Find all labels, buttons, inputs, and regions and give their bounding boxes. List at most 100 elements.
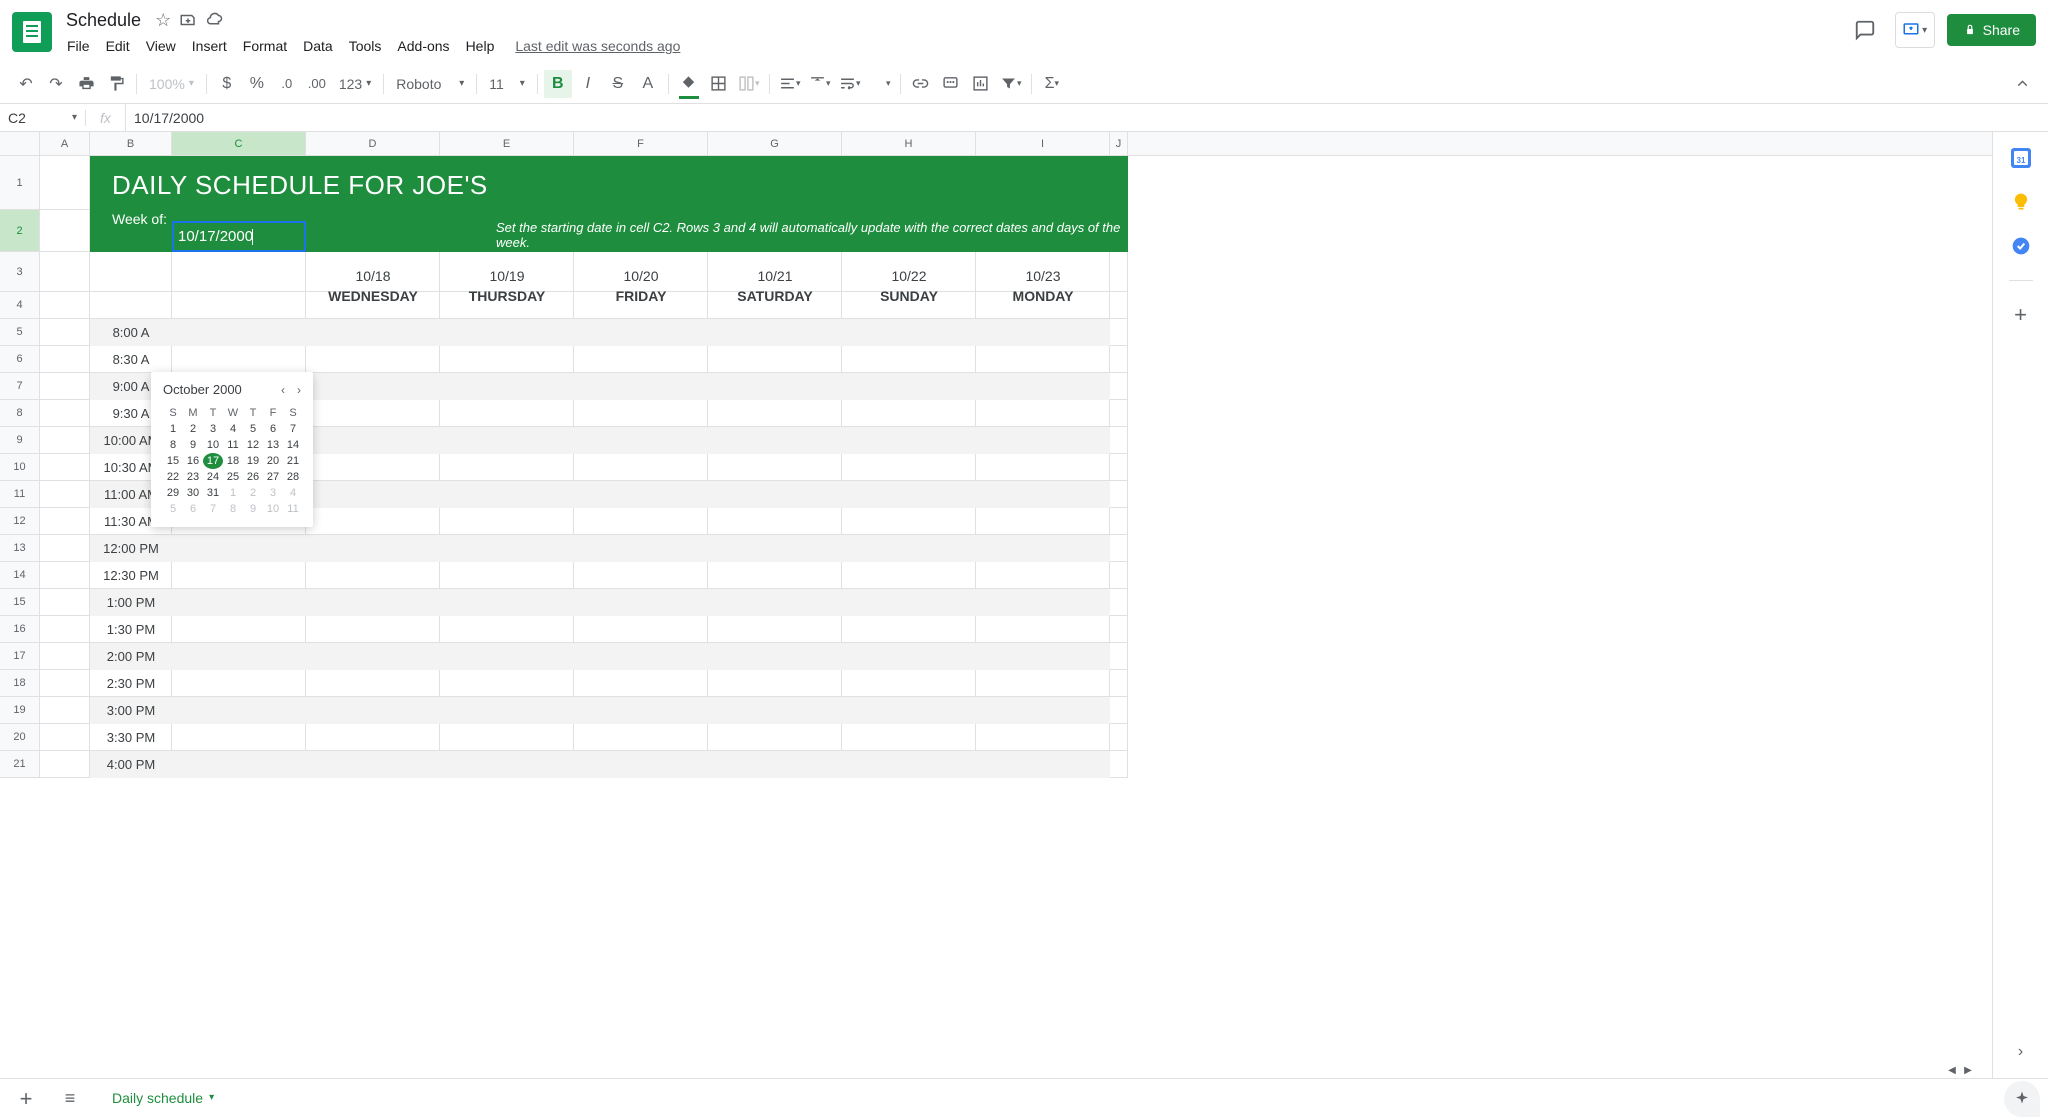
cell[interactable]: [40, 616, 90, 643]
column-header[interactable]: A: [40, 132, 90, 155]
row-header[interactable]: 17: [0, 643, 40, 670]
wrap-button[interactable]: ▾: [836, 70, 864, 98]
datepicker-day[interactable]: 16: [183, 453, 203, 469]
cell[interactable]: [1110, 346, 1128, 373]
row-header[interactable]: 18: [0, 670, 40, 697]
cell[interactable]: [40, 508, 90, 535]
cell[interactable]: [1110, 697, 1128, 724]
present-button[interactable]: ▾: [1895, 12, 1935, 48]
datepicker-day[interactable]: 1: [163, 421, 183, 437]
cell[interactable]: [1110, 508, 1128, 535]
cell[interactable]: [40, 562, 90, 589]
cloud-icon[interactable]: [205, 11, 223, 29]
cell[interactable]: [1110, 481, 1128, 508]
datepicker-day[interactable]: 1: [223, 485, 243, 501]
menu-help[interactable]: Help: [459, 34, 502, 58]
print-button[interactable]: [72, 70, 100, 98]
undo-button[interactable]: ↶: [12, 70, 40, 98]
datepicker-day[interactable]: 15: [163, 453, 183, 469]
row-header[interactable]: 4: [0, 292, 40, 319]
increase-decimal-button[interactable]: .00: [303, 70, 331, 98]
datepicker-day[interactable]: 11: [283, 501, 303, 517]
datepicker-day[interactable]: 11: [223, 437, 243, 453]
datepicker-prev-button[interactable]: ‹: [281, 383, 285, 397]
hide-side-panel-button[interactable]: ›: [2011, 1042, 2031, 1062]
add-sheet-button[interactable]: +: [8, 1081, 44, 1117]
cell[interactable]: [1110, 535, 1128, 562]
datepicker-day[interactable]: 24: [203, 469, 223, 485]
row-header[interactable]: 6: [0, 346, 40, 373]
datepicker-day[interactable]: 28: [283, 469, 303, 485]
keep-addon-icon[interactable]: [2011, 192, 2031, 212]
cell[interactable]: [40, 292, 90, 319]
menu-tools[interactable]: Tools: [342, 34, 389, 58]
merge-button[interactable]: ▾: [735, 70, 763, 98]
datepicker-day[interactable]: 31: [203, 485, 223, 501]
percent-button[interactable]: %: [243, 70, 271, 98]
cell[interactable]: [1110, 562, 1128, 589]
sheets-logo[interactable]: [12, 12, 52, 52]
number-format-select[interactable]: 123▾: [333, 76, 377, 92]
datepicker-day[interactable]: 7: [203, 501, 223, 517]
datepicker-day[interactable]: 17: [203, 453, 223, 469]
menu-data[interactable]: Data: [296, 34, 340, 58]
explore-button[interactable]: [2004, 1081, 2040, 1117]
row-header[interactable]: 3: [0, 252, 40, 292]
datepicker-next-button[interactable]: ›: [297, 383, 301, 397]
datepicker-day[interactable]: 8: [163, 437, 183, 453]
comment-button[interactable]: [937, 70, 965, 98]
column-header[interactable]: E: [440, 132, 574, 155]
halign-button[interactable]: ▾: [776, 70, 804, 98]
cell[interactable]: [40, 210, 90, 252]
datepicker-day[interactable]: 25: [223, 469, 243, 485]
datepicker-day[interactable]: 3: [263, 485, 283, 501]
italic-button[interactable]: I: [574, 70, 602, 98]
text-color-button[interactable]: A: [634, 70, 662, 98]
row-header[interactable]: 21: [0, 751, 40, 778]
datepicker-day[interactable]: 9: [183, 437, 203, 453]
active-cell[interactable]: 10/17/2000: [172, 221, 306, 252]
datepicker-day[interactable]: 19: [243, 453, 263, 469]
column-header[interactable]: D: [306, 132, 440, 155]
column-header[interactable]: J: [1110, 132, 1128, 155]
doc-title[interactable]: Schedule: [60, 8, 147, 33]
row-header[interactable]: 16: [0, 616, 40, 643]
row-header[interactable]: 1: [0, 156, 40, 210]
datepicker-day[interactable]: 27: [263, 469, 283, 485]
menu-view[interactable]: View: [139, 34, 183, 58]
row-header[interactable]: 10: [0, 454, 40, 481]
scroll-left-icon[interactable]: ◀: [1944, 1062, 1960, 1078]
cell[interactable]: [1110, 400, 1128, 427]
datepicker-day[interactable]: 7: [283, 421, 303, 437]
cell[interactable]: [40, 346, 90, 373]
row-header[interactable]: 15: [0, 589, 40, 616]
filter-button[interactable]: ▾: [997, 70, 1025, 98]
sheet-tab[interactable]: Daily schedule▾: [96, 1082, 230, 1116]
datepicker-day[interactable]: 12: [243, 437, 263, 453]
comments-button[interactable]: [1847, 12, 1883, 48]
column-header[interactable]: G: [708, 132, 842, 155]
datepicker-day[interactable]: 20: [263, 453, 283, 469]
datepicker-day[interactable]: 5: [243, 421, 263, 437]
datepicker-day[interactable]: 10: [203, 437, 223, 453]
cell[interactable]: [40, 589, 90, 616]
menu-insert[interactable]: Insert: [185, 34, 234, 58]
datepicker-day[interactable]: 26: [243, 469, 263, 485]
font-select[interactable]: Roboto▾: [390, 76, 470, 92]
row-header[interactable]: 20: [0, 724, 40, 751]
cell[interactable]: [40, 481, 90, 508]
currency-button[interactable]: $: [213, 70, 241, 98]
datepicker-day[interactable]: 6: [263, 421, 283, 437]
datepicker-day[interactable]: 6: [183, 501, 203, 517]
formula-input[interactable]: [126, 110, 2048, 126]
row-header[interactable]: 9: [0, 427, 40, 454]
cell[interactable]: [40, 252, 90, 292]
menu-add-ons[interactable]: Add-ons: [390, 34, 456, 58]
cell[interactable]: [40, 454, 90, 481]
cell[interactable]: [1110, 643, 1128, 670]
datepicker-day[interactable]: 23: [183, 469, 203, 485]
strikethrough-button[interactable]: S: [604, 70, 632, 98]
cell[interactable]: [40, 319, 90, 346]
datepicker-day[interactable]: 13: [263, 437, 283, 453]
cell[interactable]: [1110, 292, 1128, 319]
